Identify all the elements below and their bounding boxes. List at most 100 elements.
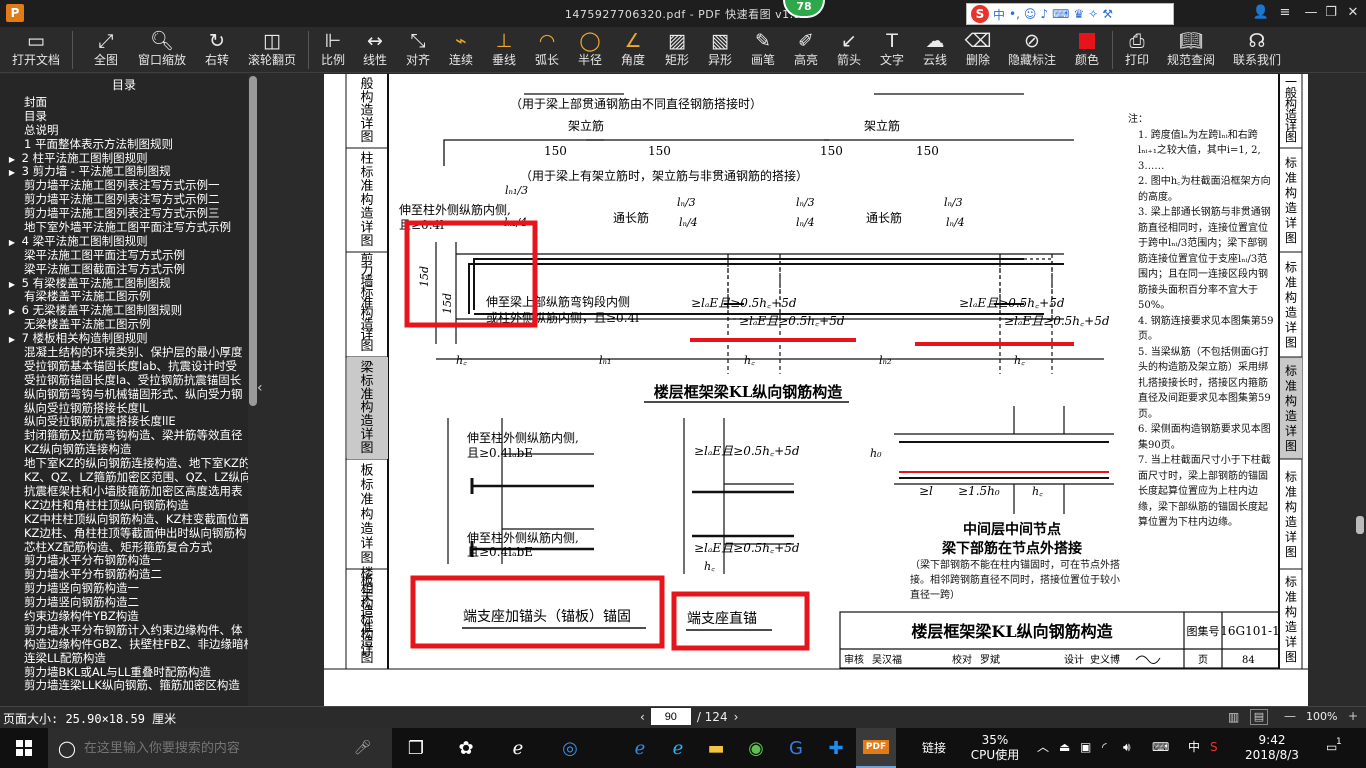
toc-item[interactable]: KZ、QZ、LZ箍筋加密区范围、QZ、LZ纵向钢: [0, 471, 248, 485]
left-tab-label[interactable]: 柱标准构造详图: [360, 152, 373, 249]
pen-button[interactable]: ✎ 画笔: [746, 27, 780, 73]
viewer-scroll-thumb[interactable]: [1356, 516, 1364, 534]
fit-all-button[interactable]: ⤢ 全图: [86, 27, 126, 73]
ie-spiral-icon[interactable]: ◎: [550, 728, 590, 768]
left-tab-label[interactable]: 楼板相关构造标准构造详图: [360, 567, 373, 666]
pdf-viewer-task-icon[interactable]: PDF: [856, 728, 896, 768]
zoom-in-icon[interactable]: +: [1348, 709, 1358, 723]
toc-item[interactable]: ▶ 3 剪力墙 - 平法施工图制图规: [0, 165, 248, 179]
irregular-button[interactable]: ▧ 异形: [703, 27, 737, 73]
toc-item[interactable]: 约束边缘构件YBZ构造: [0, 610, 248, 624]
toc-item[interactable]: 剪力墙平法施工图列表注写方式示例三: [0, 207, 248, 221]
print-button[interactable]: ⎙ 打印: [1118, 27, 1156, 73]
document-viewer[interactable]: 般构造详图 柱标准构造详图 剪力墙标准构造详图 梁标准构造详图 板标准构造详图 楼板相关构…: [268, 74, 1354, 706]
clock-time[interactable]: 9:42: [1242, 733, 1302, 747]
toc-item[interactable]: 剪力墙水平分布钢筋构造二: [0, 568, 248, 582]
minimize-button[interactable]: —: [1300, 4, 1322, 22]
sidebar-scroll-thumb[interactable]: [249, 76, 257, 406]
left-tab-label[interactable]: 梁标准构造详图: [360, 360, 373, 456]
toc-item[interactable]: 剪力墙水平分布钢筋构造一: [0, 554, 248, 568]
toc-item[interactable]: 总说明: [0, 124, 248, 138]
task-view-icon[interactable]: ❐: [396, 728, 436, 768]
ime-lang-toggle[interactable]: 中: [993, 6, 1005, 23]
toc-item[interactable]: 受拉钢筋锚固长度la、受拉钢筋抗震锚固长: [0, 374, 248, 388]
hide-marks-button[interactable]: ⊘ 隐藏标注: [1004, 27, 1060, 73]
right-tab-label[interactable]: 一般构造详图: [1285, 75, 1297, 144]
toc-item[interactable]: ▶ 6 无梁楼盖平法施工图制图规则: [0, 304, 248, 318]
toc-item[interactable]: KZ边柱、角柱柱顶等截面伸出时纵向钢筋构: [0, 527, 248, 541]
microphone-icon[interactable]: 🎤︎: [354, 740, 372, 756]
left-tab-label[interactable]: 板标准构造详图: [360, 464, 373, 566]
keyboard-icon[interactable]: ⌨: [1052, 7, 1069, 21]
toc-item[interactable]: 混凝土结构的环境类别、保护层的最小厚度: [0, 346, 248, 360]
spec-query-button[interactable]: 📖︎ 规范查阅: [1162, 27, 1220, 73]
right-tab-label[interactable]: 标准构造详图: [1285, 364, 1297, 453]
sogou-ime-icon[interactable]: S: [971, 5, 989, 23]
file-explorer-icon[interactable]: ▬: [696, 728, 736, 768]
punctuation-icon[interactable]: •,: [1009, 7, 1020, 21]
close-button[interactable]: ✕: [1342, 4, 1364, 22]
toc-item[interactable]: 构造边缘构件GBZ、扶壁柱FBZ、非边缘暗柱: [0, 638, 248, 652]
collapse-sidebar-icon[interactable]: ‹: [257, 380, 267, 396]
internet-explorer-icon[interactable]: ℯ: [658, 728, 698, 768]
toc-item[interactable]: 剪力墙竖向钢筋构造二: [0, 596, 248, 610]
toc-item[interactable]: 无梁楼盖平法施工图示例: [0, 318, 248, 332]
continuous-button[interactable]: ⌁ 连续: [444, 27, 478, 73]
scroll-page-button[interactable]: ◫ 滚轮翻页: [244, 27, 300, 73]
toc-item[interactable]: 纵向钢筋弯钩与机械锚固形式、纵向受力钢: [0, 388, 248, 402]
toc-item[interactable]: 剪力墙竖向钢筋构造一: [0, 582, 248, 596]
highlight-button[interactable]: ✐ 高亮: [789, 27, 823, 73]
zoom-out-icon[interactable]: —: [1284, 709, 1296, 723]
toc-item[interactable]: 纵向受拉钢筋搭接长度lL: [0, 402, 248, 416]
scale-button[interactable]: ⊩ 比例: [316, 27, 350, 73]
voice-icon[interactable]: ♪: [1040, 7, 1048, 21]
angle-button[interactable]: ∠ 角度: [616, 27, 650, 73]
toc-item[interactable]: ▶ 4 梁平法施工图制图规则: [0, 235, 248, 249]
left-tab-label[interactable]: 般构造详图: [360, 76, 373, 145]
right-tab-label[interactable]: 标准构造详图: [1285, 156, 1297, 245]
toc-item[interactable]: KZ纵向钢筋连接构造: [0, 443, 248, 457]
start-button[interactable]: [0, 728, 48, 768]
delete-button[interactable]: ⌫ 删除: [961, 27, 995, 73]
notify-bell-icon[interactable]: ⏏: [1059, 740, 1070, 754]
rectangle-button[interactable]: ▨ 矩形: [660, 27, 694, 73]
toc-item[interactable]: 地下室外墙平法施工图平面注写方式示例: [0, 221, 248, 235]
text-button[interactable]: T 文字: [875, 27, 909, 73]
tray-ime-lang[interactable]: 中: [1188, 740, 1200, 754]
fan-app-icon[interactable]: ✿: [446, 728, 486, 768]
clock-date[interactable]: 2018/8/3: [1242, 748, 1302, 762]
settings-wrench-icon[interactable]: ⚒: [1102, 7, 1113, 21]
arrow-button[interactable]: ↙ 箭头: [832, 27, 866, 73]
arc-length-button[interactable]: ◠ 弧长: [530, 27, 564, 73]
single-page-icon[interactable]: ▤: [1250, 709, 1268, 725]
toc-item[interactable]: 剪力墙连梁LLK纵向钢筋、箍筋加密区构造: [0, 679, 248, 693]
taskbar-search[interactable]: ◯ 🎤︎: [48, 728, 392, 768]
viewer-scrollbar[interactable]: [1354, 74, 1366, 706]
color-button[interactable]: 颜色: [1068, 27, 1106, 73]
expand-arrow-icon[interactable]: ▶: [6, 166, 18, 179]
maximize-button[interactable]: ❐: [1320, 4, 1342, 22]
sogou-tray-icon[interactable]: S: [1210, 740, 1218, 754]
right-tab-label[interactable]: 标准构造详图: [1285, 261, 1297, 350]
toc-item[interactable]: 封面: [0, 96, 248, 110]
toc-item[interactable]: 剪力墙BKL或AL与LL重叠时配筋构造: [0, 666, 248, 680]
page-number-input[interactable]: [650, 708, 691, 725]
perpendicular-button[interactable]: ⊥ 垂线: [487, 27, 521, 73]
toc-item[interactable]: 剪力墙平法施工图列表注写方式示例二: [0, 193, 248, 207]
app-blue-icon[interactable]: ✚: [816, 728, 856, 768]
edge-legacy-icon[interactable]: ℯ: [498, 728, 538, 768]
toc-item[interactable]: KZ中柱柱顶纵向钢筋构造、KZ柱变截面位置: [0, 513, 248, 527]
linear-button[interactable]: ↔ 线性: [358, 27, 392, 73]
taskbar-search-input[interactable]: [83, 740, 354, 756]
toc-item[interactable]: 剪力墙平法施工图列表注写方式示例一: [0, 179, 248, 193]
toc-item[interactable]: 受拉钢筋基本锚固长度lab、抗震设计时受: [0, 360, 248, 374]
expand-arrow-icon[interactable]: ▶: [6, 305, 18, 318]
zoom-level[interactable]: 100%: [1306, 710, 1337, 723]
view-mode-icon[interactable]: ▥: [1228, 710, 1239, 724]
toc-item[interactable]: 剪力墙水平分布钢筋计入约束边缘构件、体: [0, 624, 248, 638]
edge-icon[interactable]: ℯ: [620, 728, 660, 768]
network-icon[interactable]: ◜: [1102, 740, 1107, 754]
headset-tray-icon[interactable]: ▣: [1080, 740, 1091, 754]
toc-item[interactable]: 梁平法施工图平面注写方式示例: [0, 249, 248, 263]
expand-arrow-icon[interactable]: ▶: [6, 153, 18, 166]
